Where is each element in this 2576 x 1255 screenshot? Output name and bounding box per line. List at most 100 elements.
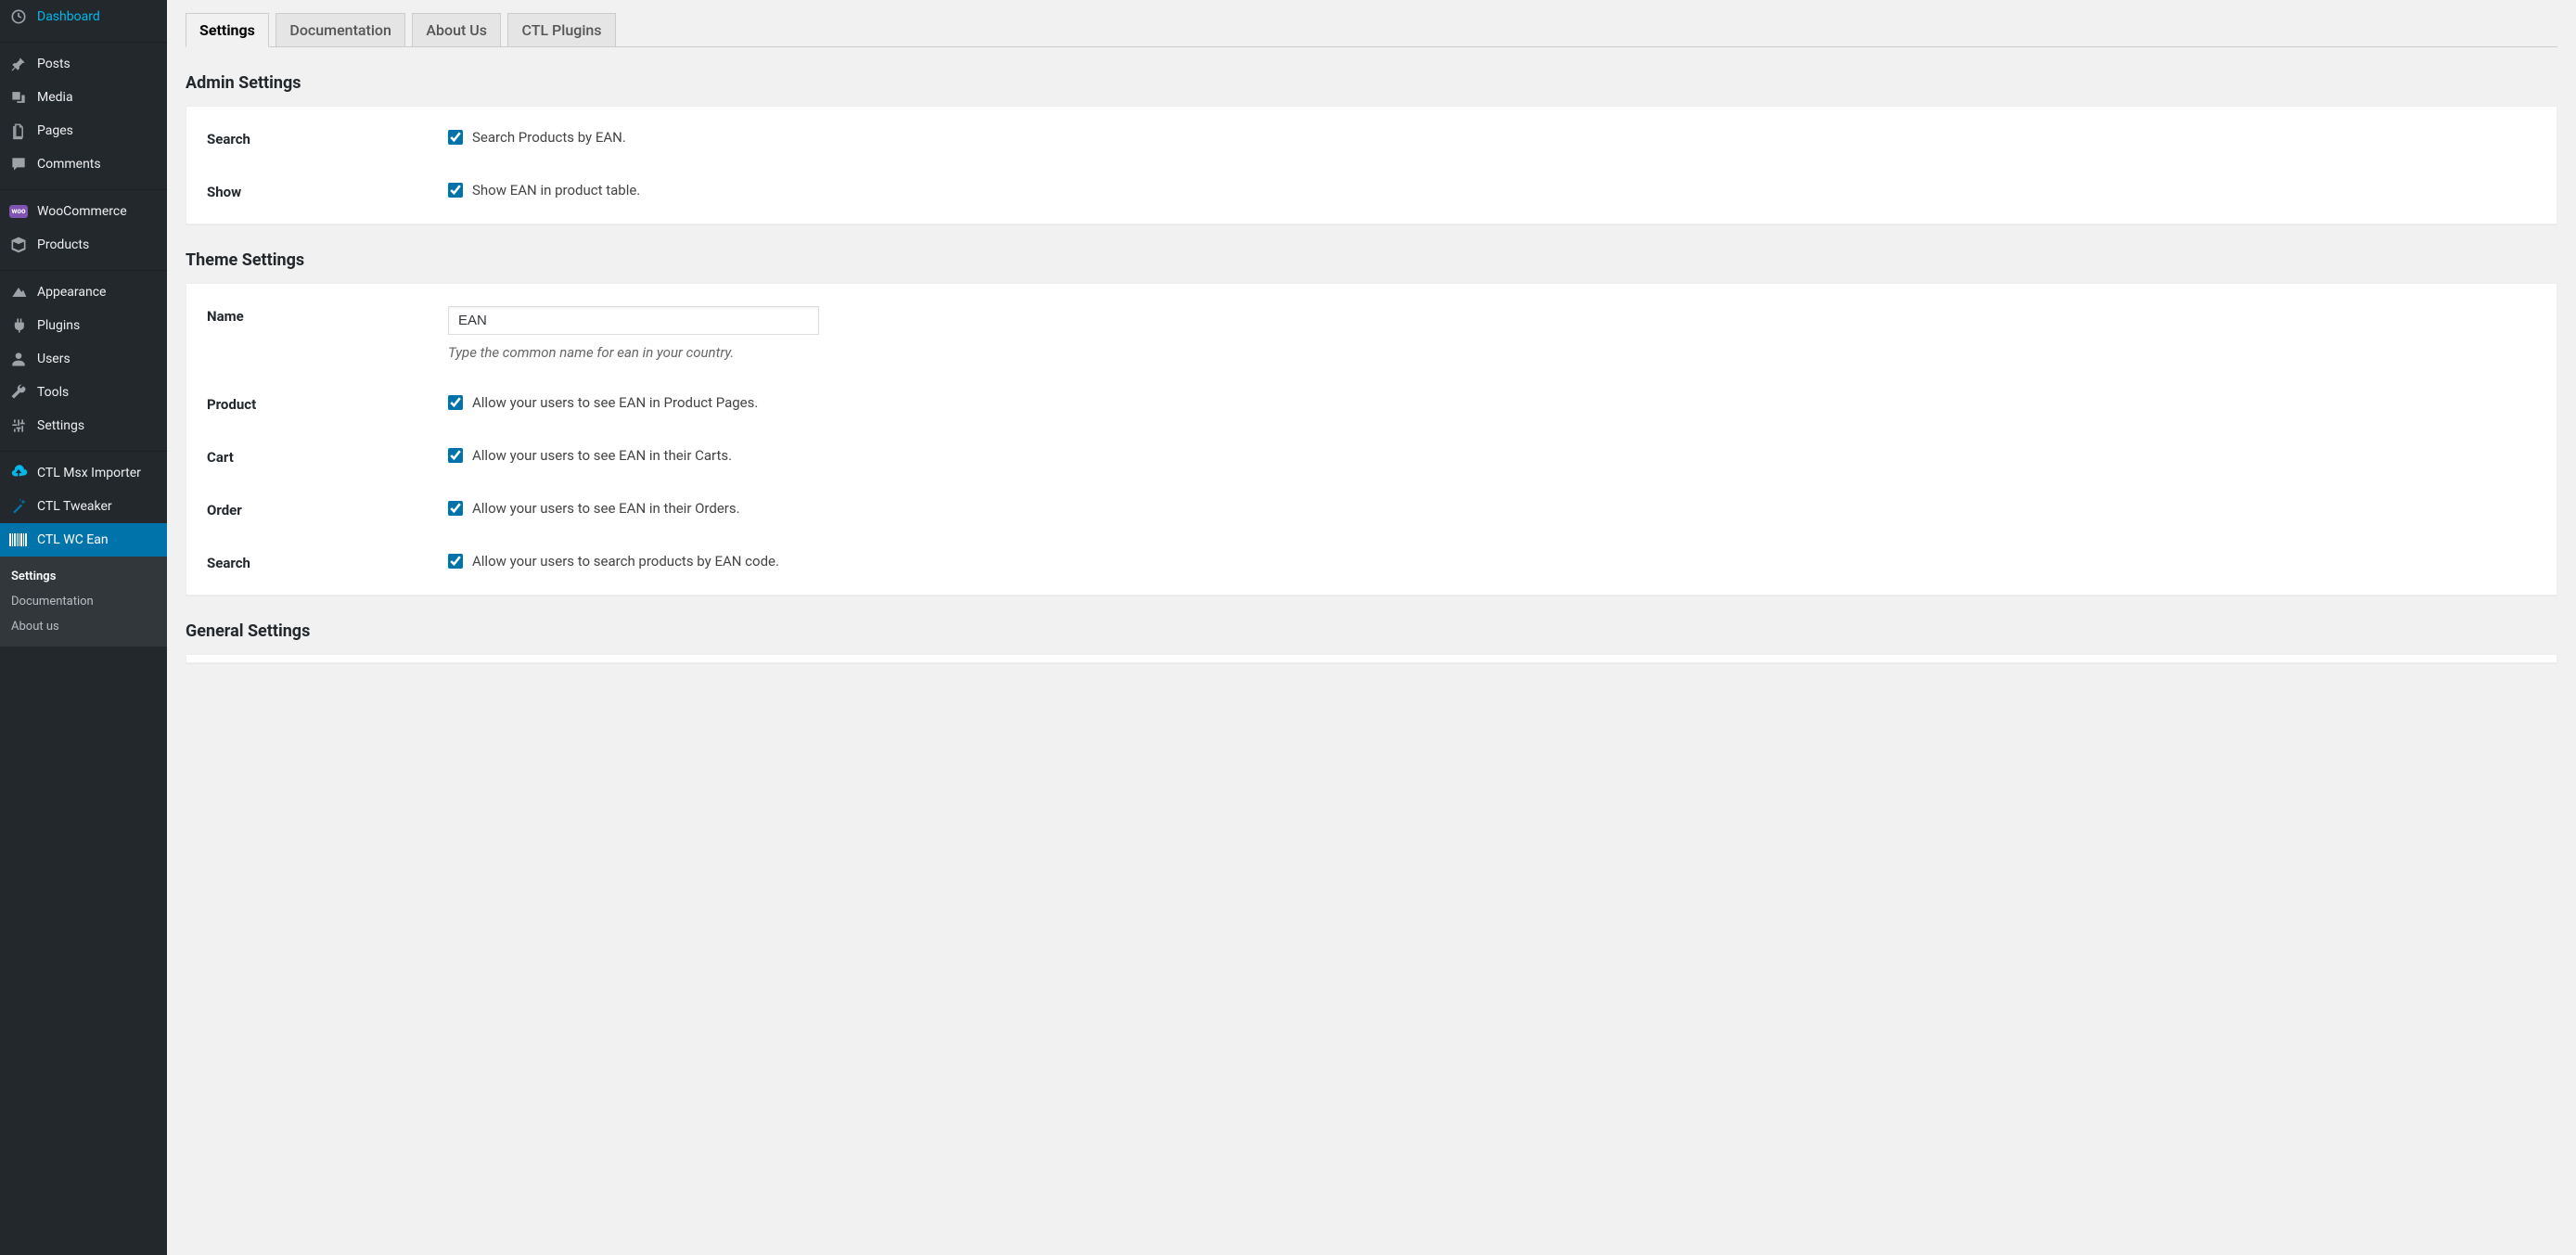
row-theme-order: Order Allow your users to see EAN in the… bbox=[186, 483, 2557, 536]
sidebar-item-woocommerce[interactable]: woo WooCommerce bbox=[0, 195, 167, 228]
section-title-theme: Theme Settings bbox=[186, 250, 2557, 270]
sidebar-item-label: CTL Msx Importer bbox=[37, 464, 141, 482]
checkbox-label: Search Products by EAN. bbox=[472, 129, 626, 146]
sidebar-item-users[interactable]: Users bbox=[0, 342, 167, 376]
row-theme-name: Name Type the common name for ean in you… bbox=[186, 289, 2557, 378]
section-title-admin: Admin Settings bbox=[186, 73, 2557, 93]
tab-about-us[interactable]: About Us bbox=[412, 13, 501, 47]
checkbox-label: Show EAN in product table. bbox=[472, 182, 640, 198]
label-theme-product: Product bbox=[207, 394, 448, 413]
sidebar-item-ctl-msx-importer[interactable]: CTL Msx Importer bbox=[0, 456, 167, 490]
menu-separator bbox=[0, 186, 167, 190]
sidebar-item-dashboard[interactable]: Dashboard bbox=[0, 0, 167, 33]
sidebar-item-label: Users bbox=[37, 350, 70, 368]
sidebar-item-media[interactable]: Media bbox=[0, 81, 167, 114]
label-theme-cart: Cart bbox=[207, 447, 448, 466]
input-ean-name[interactable] bbox=[448, 306, 819, 335]
sidebar-item-label: CTL WC Ean bbox=[37, 531, 109, 549]
sidebar-item-ctl-wc-ean[interactable]: CTL WC Ean bbox=[0, 523, 167, 557]
checkbox-wrapper-show-ean-table[interactable]: Show EAN in product table. bbox=[448, 182, 640, 198]
row-theme-cart: Cart Allow your users to see EAN in thei… bbox=[186, 430, 2557, 483]
sidebar-item-label: Products bbox=[37, 236, 89, 254]
checkbox-wrapper-cart-ean[interactable]: Allow your users to see EAN in their Car… bbox=[448, 447, 732, 464]
label-admin-show: Show bbox=[207, 182, 448, 200]
menu-separator bbox=[0, 266, 167, 271]
sidebar-item-ctl-tweaker[interactable]: CTL Tweaker bbox=[0, 490, 167, 523]
row-theme-search: Search Allow your users to search produc… bbox=[186, 536, 2557, 589]
sidebar-item-label: Posts bbox=[37, 55, 70, 73]
checkbox-order-ean[interactable] bbox=[448, 501, 463, 516]
sidebar-item-settings[interactable]: Settings bbox=[0, 409, 167, 442]
tools-icon bbox=[9, 383, 28, 402]
submenu-item-settings[interactable]: Settings bbox=[0, 564, 167, 589]
sidebar-item-label: Tools bbox=[37, 383, 69, 402]
sidebar-item-label: Appearance bbox=[37, 283, 106, 301]
sidebar-item-label: Plugins bbox=[37, 316, 80, 335]
admin-sidebar: Dashboard Posts Media Pages Commen bbox=[0, 0, 167, 1255]
checkbox-cart-ean[interactable] bbox=[448, 448, 463, 463]
sidebar-item-label: Pages bbox=[37, 122, 73, 140]
comments-icon bbox=[9, 155, 28, 173]
row-admin-search: Search Search Products by EAN. bbox=[186, 112, 2557, 165]
sidebar-item-pages[interactable]: Pages bbox=[0, 114, 167, 147]
woocommerce-icon: woo bbox=[9, 202, 28, 221]
label-theme-name: Name bbox=[207, 306, 448, 325]
sidebar-item-label: Media bbox=[37, 88, 73, 107]
panel-general-settings bbox=[186, 654, 2557, 663]
sidebar-submenu: Settings Documentation About us bbox=[0, 557, 167, 647]
main-content: Settings Documentation About Us CTL Plug… bbox=[167, 0, 2576, 1255]
tab-ctl-plugins[interactable]: CTL Plugins bbox=[507, 13, 615, 47]
submenu-item-about-us[interactable]: About us bbox=[0, 614, 167, 639]
pin-icon bbox=[9, 55, 28, 73]
sidebar-item-tools[interactable]: Tools bbox=[0, 376, 167, 409]
sidebar-item-products[interactable]: Products bbox=[0, 228, 167, 262]
sidebar-item-label: Settings bbox=[37, 416, 84, 435]
tab-documentation[interactable]: Documentation bbox=[276, 13, 405, 47]
checkbox-wrapper-search-products-ean[interactable]: Search Products by EAN. bbox=[448, 129, 626, 146]
checkbox-label: Allow your users to see EAN in Product P… bbox=[472, 394, 758, 411]
sidebar-item-label: Comments bbox=[37, 155, 101, 173]
tab-settings[interactable]: Settings bbox=[186, 13, 269, 47]
dashboard-icon bbox=[9, 7, 28, 26]
sidebar-item-comments[interactable]: Comments bbox=[0, 147, 167, 181]
label-theme-search: Search bbox=[207, 553, 448, 571]
plugins-icon bbox=[9, 316, 28, 335]
sidebar-item-plugins[interactable]: Plugins bbox=[0, 309, 167, 342]
settings-tabs: Settings Documentation About Us CTL Plug… bbox=[186, 0, 2557, 47]
sidebar-item-label: Dashboard bbox=[37, 7, 100, 26]
appearance-icon bbox=[9, 283, 28, 301]
checkbox-product-ean[interactable] bbox=[448, 395, 463, 410]
panel-theme-settings: Name Type the common name for ean in you… bbox=[186, 283, 2557, 595]
checkbox-search-products-ean[interactable] bbox=[448, 130, 463, 145]
sidebar-item-label: WooCommerce bbox=[37, 202, 127, 221]
row-theme-product: Product Allow your users to see EAN in P… bbox=[186, 378, 2557, 430]
label-admin-search: Search bbox=[207, 129, 448, 147]
checkbox-label: Allow your users to see EAN in their Ord… bbox=[472, 500, 740, 517]
checkbox-wrapper-order-ean[interactable]: Allow your users to see EAN in their Ord… bbox=[448, 500, 740, 517]
products-icon bbox=[9, 236, 28, 254]
pages-icon bbox=[9, 122, 28, 140]
sidebar-item-label: CTL Tweaker bbox=[37, 497, 112, 516]
submenu-item-documentation[interactable]: Documentation bbox=[0, 589, 167, 614]
wand-icon bbox=[9, 497, 28, 516]
checkbox-wrapper-product-ean[interactable]: Allow your users to see EAN in Product P… bbox=[448, 394, 758, 411]
barcode-icon bbox=[9, 531, 28, 549]
panel-admin-settings: Search Search Products by EAN. Show Show… bbox=[186, 106, 2557, 224]
menu-separator bbox=[0, 38, 167, 43]
menu-separator bbox=[0, 447, 167, 452]
users-icon bbox=[9, 350, 28, 368]
sidebar-item-appearance[interactable]: Appearance bbox=[0, 275, 167, 309]
checkbox-label: Allow your users to search products by E… bbox=[472, 553, 779, 570]
section-title-general: General Settings bbox=[186, 621, 2557, 641]
label-theme-order: Order bbox=[207, 500, 448, 519]
checkbox-show-ean-table[interactable] bbox=[448, 183, 463, 198]
sidebar-item-posts[interactable]: Posts bbox=[0, 47, 167, 81]
description-ean-name: Type the common name for ean in your cou… bbox=[448, 344, 2536, 361]
checkbox-theme-search-ean[interactable] bbox=[448, 554, 463, 569]
checkbox-wrapper-theme-search-ean[interactable]: Allow your users to search products by E… bbox=[448, 553, 779, 570]
checkbox-label: Allow your users to see EAN in their Car… bbox=[472, 447, 732, 464]
media-icon bbox=[9, 88, 28, 107]
cloud-upload-icon bbox=[9, 464, 28, 482]
row-admin-show: Show Show EAN in product table. bbox=[186, 165, 2557, 218]
settings-icon bbox=[9, 416, 28, 435]
